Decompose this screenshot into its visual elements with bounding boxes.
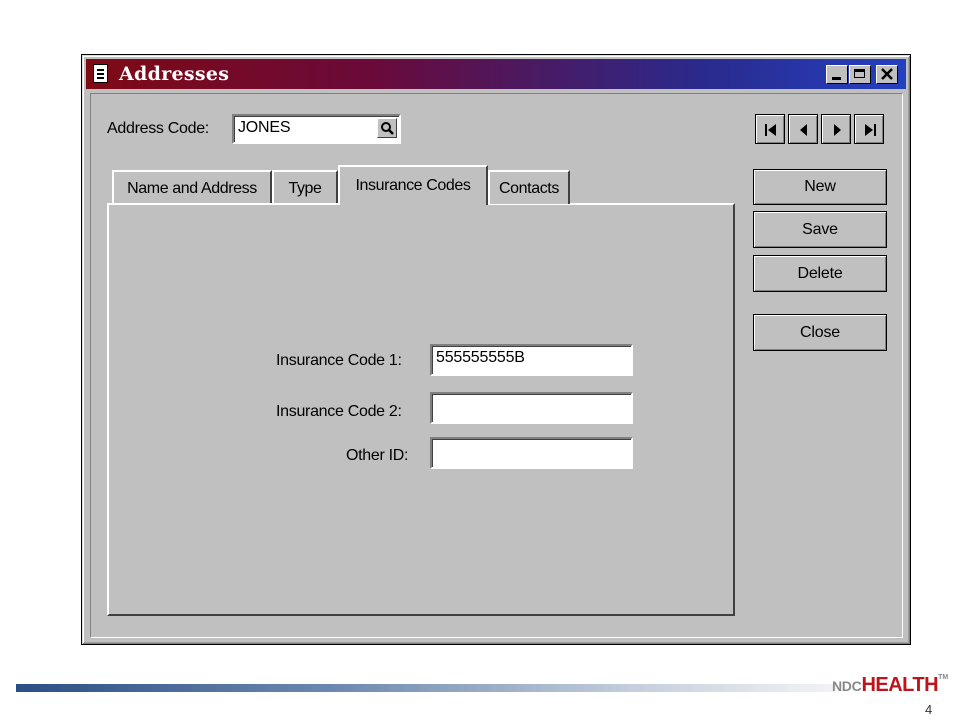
previous-record-button[interactable]	[788, 114, 818, 144]
previous-record-icon	[800, 124, 807, 136]
save-button[interactable]: Save	[753, 211, 887, 248]
delete-button[interactable]: Delete	[753, 255, 887, 292]
next-record-icon	[834, 124, 841, 136]
close-window-button[interactable]	[876, 65, 898, 84]
last-record-button[interactable]	[854, 114, 884, 144]
tab-contacts[interactable]: Contacts	[488, 170, 570, 204]
first-record-button[interactable]	[755, 114, 785, 144]
address-code-input[interactable]: JONES	[232, 114, 401, 144]
close-button[interactable]: Close	[753, 314, 887, 351]
address-code-label: Address Code:	[107, 120, 209, 137]
new-button[interactable]: New	[753, 169, 887, 205]
other-id-label: Other ID:	[346, 447, 409, 464]
insurance-code-2-label: Insurance Code 2:	[276, 403, 402, 420]
footer-gradient-bar	[16, 684, 836, 692]
insurance-codes-panel	[107, 203, 735, 616]
document-icon[interactable]	[93, 64, 108, 83]
magnifier-icon	[381, 122, 394, 135]
insurance-code-1-value: 555555555B	[436, 349, 525, 366]
minimize-button[interactable]	[826, 65, 848, 84]
next-record-button[interactable]	[821, 114, 851, 144]
lookup-button[interactable]	[377, 118, 397, 138]
close-x-icon	[881, 68, 893, 80]
other-id-input[interactable]	[430, 437, 633, 469]
tab-insurance-codes[interactable]: Insurance Codes	[338, 165, 488, 205]
page-number: 4	[925, 702, 933, 717]
insurance-code-1-label: Insurance Code 1:	[276, 352, 402, 369]
tab-name-and-address[interactable]: Name and Address	[112, 170, 272, 204]
ndc-health-logo: NDCHEALTHTM	[832, 674, 949, 696]
insurance-code-2-input[interactable]	[430, 392, 633, 424]
window-title: Addresses	[119, 63, 230, 85]
maximize-button[interactable]	[849, 65, 871, 84]
insurance-code-1-input[interactable]: 555555555B	[430, 344, 633, 376]
first-record-icon	[765, 124, 776, 136]
tab-type[interactable]: Type	[272, 170, 338, 204]
last-record-icon	[865, 124, 876, 136]
address-code-value: JONES	[238, 119, 291, 136]
title-bar[interactable]: Addresses	[86, 59, 906, 89]
